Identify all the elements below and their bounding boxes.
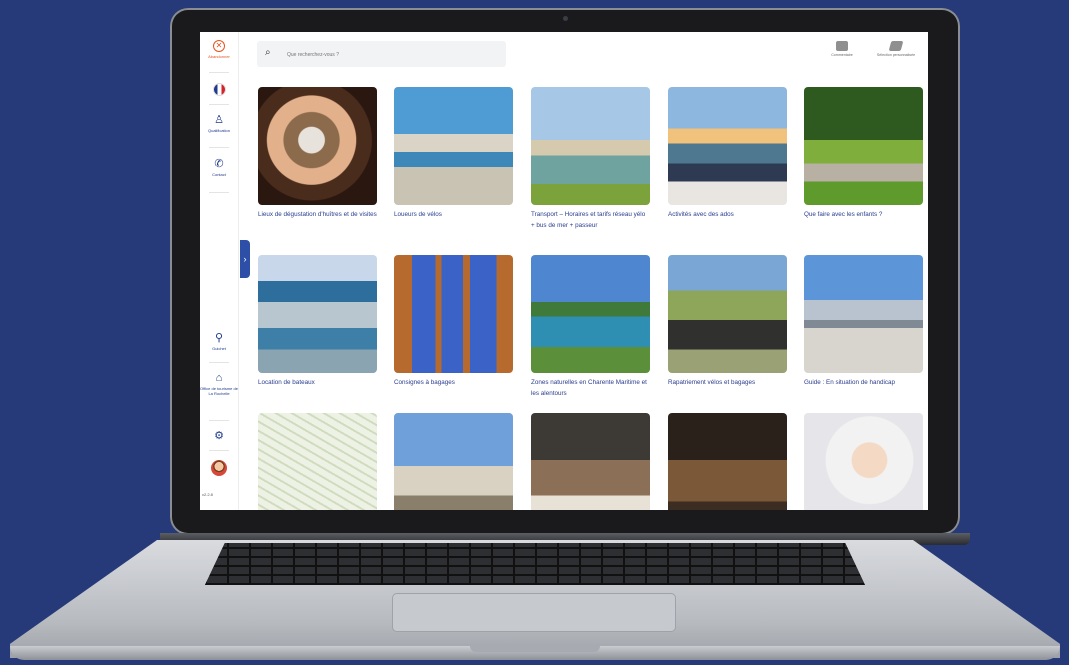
card-transport[interactable]: Transport – Horaires et tarifs réseau yé…: [531, 87, 650, 231]
expand-sidebar-handle[interactable]: ›: [240, 240, 250, 278]
version-label: v2.2.8: [202, 492, 213, 497]
card-repatriation[interactable]: Rapatriement vélos et bagages: [668, 255, 787, 388]
card-kids[interactable]: Que faire avec les enfants ?: [804, 87, 923, 220]
custom-selection-button[interactable]: Sélection personnalisée: [868, 41, 924, 57]
avatar: [211, 460, 227, 476]
card-title: Loueurs de vélos: [394, 211, 442, 218]
trackpad: [393, 594, 675, 631]
divider: [209, 104, 229, 105]
office-icon: ⌂: [215, 372, 223, 384]
card-image: [258, 87, 377, 205]
keyboard: [205, 543, 865, 585]
card-image: [394, 413, 513, 510]
camera: [563, 16, 568, 21]
card-restaurant[interactable]: [531, 413, 650, 510]
card-map[interactable]: [258, 413, 377, 510]
divider: [209, 147, 229, 148]
language-selector[interactable]: [200, 84, 238, 95]
card-teens[interactable]: Activités avec des ados: [668, 87, 787, 220]
card-title: Activités avec des ados: [668, 211, 734, 218]
divider: [209, 192, 229, 193]
card-title: Lieux de dégustation d'huîtres et de vis…: [258, 211, 377, 218]
divider: [209, 420, 229, 421]
card-image: [258, 413, 377, 510]
card-image: [668, 87, 787, 205]
card-bar[interactable]: [668, 413, 787, 510]
card-image: [531, 413, 650, 510]
card-boat-rental[interactable]: Location de bateaux: [258, 255, 377, 388]
close-icon: ✕: [213, 40, 225, 52]
search-input[interactable]: [285, 48, 499, 62]
card-image: [258, 255, 377, 373]
card-image: [804, 413, 923, 510]
tags-icon: [888, 41, 904, 51]
card-title: Guide : En situation de handicap: [804, 379, 896, 386]
selection-label: Sélection personnalisée: [876, 53, 916, 57]
contact-button[interactable]: ✆ Contact: [200, 158, 238, 177]
laptop-notch: [470, 646, 600, 652]
comments-button[interactable]: Commentaire: [820, 41, 864, 57]
card-title: Transport – Horaires et tarifs réseau yé…: [531, 211, 646, 229]
card-title: Zones naturelles en Charente Maritime et…: [531, 379, 647, 397]
card-oysters[interactable]: Lieux de dégustation d'huîtres et de vis…: [258, 87, 377, 220]
card-wedding[interactable]: [804, 413, 923, 510]
card-title: Rapatriement vélos et bagages: [668, 379, 756, 386]
search-bar[interactable]: ⌕: [257, 41, 506, 67]
divider: [209, 72, 229, 73]
card-title: Que faire avec les enfants ?: [804, 211, 883, 218]
card-image: [804, 87, 923, 205]
desk-icon: ⚲: [214, 332, 224, 344]
qualification-label: Qualification: [207, 128, 230, 133]
card-nature[interactable]: Zones naturelles en Charente Maritime et…: [531, 255, 650, 399]
user-profile[interactable]: [200, 460, 238, 476]
france-flag-icon: [213, 84, 225, 95]
abandon-label: Abandonner: [208, 54, 230, 59]
comment-icon: [836, 41, 848, 51]
card-image: [394, 255, 513, 373]
card-image: [668, 413, 787, 510]
gear-icon: ⚙: [214, 430, 224, 442]
card-image: [804, 255, 923, 373]
card-image: [531, 87, 650, 205]
card-image: [531, 255, 650, 373]
comments-label: Commentaire: [831, 53, 853, 57]
card-handicap[interactable]: Guide : En situation de handicap: [804, 255, 923, 388]
card-image: [394, 87, 513, 205]
phone-icon: ✆: [214, 158, 224, 170]
person-icon: ♙: [214, 114, 224, 126]
card-harbor-terrace[interactable]: [394, 413, 513, 510]
abandon-button[interactable]: ✕ Abandonner: [200, 40, 238, 59]
guichet-button[interactable]: ⚲ Guichet: [200, 332, 238, 351]
search-icon: ⌕: [265, 47, 271, 58]
card-bikes[interactable]: Loueurs de vélos: [394, 87, 513, 220]
sidebar: ✕ Abandonner ♙ Qualification ✆ Contact ⚲…: [200, 32, 239, 510]
app-screen: ✕ Abandonner ♙ Qualification ✆ Contact ⚲…: [200, 32, 928, 510]
qualification-button[interactable]: ♙ Qualification: [200, 114, 238, 133]
office-button[interactable]: ⌂ Office de tourisme de La Rochelle: [200, 372, 238, 396]
card-image: [668, 255, 787, 373]
card-title: Location de bateaux: [258, 379, 315, 386]
divider: [209, 450, 229, 451]
chevron-right-icon: ›: [243, 254, 247, 264]
office-label: Office de tourisme de La Rochelle: [200, 386, 238, 396]
divider: [209, 362, 229, 363]
card-luggage[interactable]: Consignes à bagages: [394, 255, 513, 388]
contact-label: Contact: [212, 172, 226, 177]
settings-button[interactable]: ⚙: [200, 430, 238, 444]
guichet-label: Guichet: [212, 346, 226, 351]
card-title: Consignes à bagages: [394, 379, 455, 386]
